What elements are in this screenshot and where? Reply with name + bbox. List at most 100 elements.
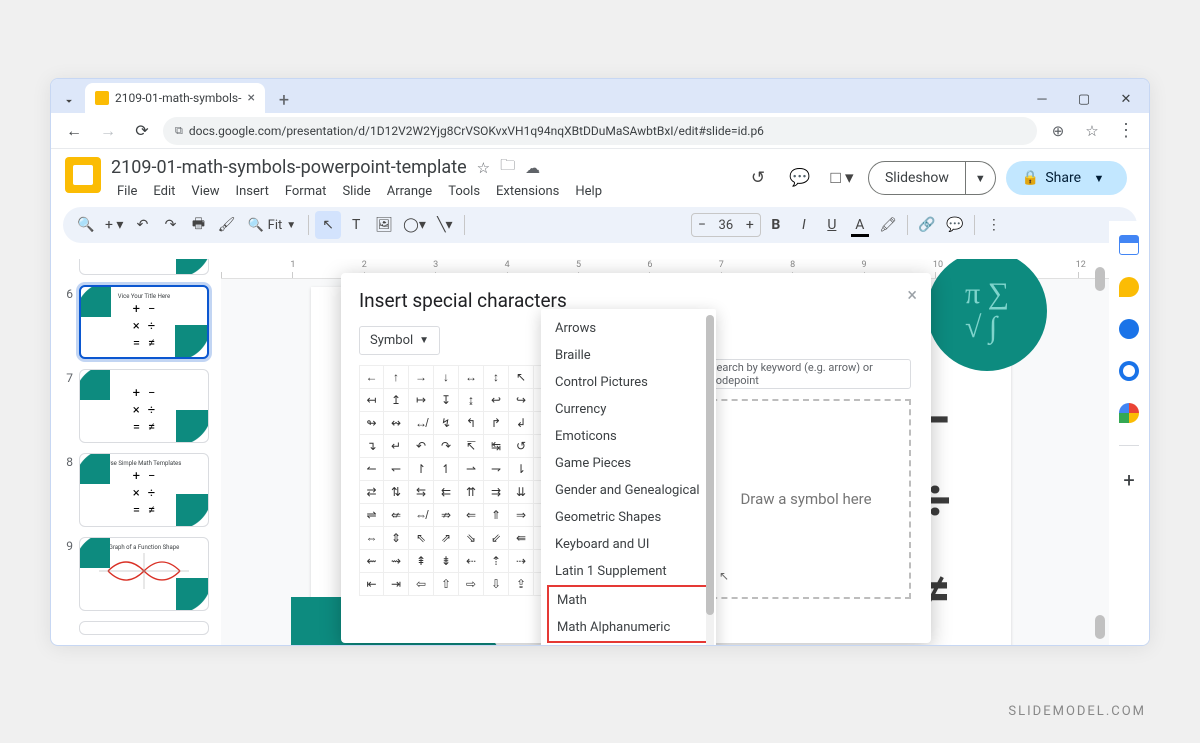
char-cell[interactable]: ⇎ [409, 504, 434, 527]
char-cell[interactable]: ⇩ [484, 573, 509, 596]
char-cell[interactable]: ⇡ [484, 550, 509, 573]
font-size-value[interactable]: 36 [712, 218, 740, 233]
search-menus-button[interactable]: 🔍 [73, 211, 99, 239]
underline-button[interactable]: U [819, 211, 845, 239]
insert-comment-button[interactable]: 💬 [942, 211, 968, 239]
char-cell[interactable]: ↩ [484, 389, 509, 412]
search-input[interactable]: Search by keyword (e.g. arrow) or codepo… [701, 359, 911, 389]
menu-tools[interactable]: Tools [442, 182, 486, 201]
version-history-icon[interactable]: ↺ [742, 162, 774, 194]
char-cell[interactable]: ⇂ [509, 458, 534, 481]
dropdown-scrollbar-thumb[interactable] [706, 315, 714, 615]
calendar-icon[interactable] [1119, 235, 1139, 255]
char-cell[interactable]: ↿ [434, 458, 459, 481]
tasks-icon[interactable] [1119, 319, 1139, 339]
char-cell[interactable]: ⇉ [484, 481, 509, 504]
char-cell[interactable]: ↖ [509, 366, 534, 389]
font-size-increase[interactable]: + [740, 217, 760, 233]
char-cell[interactable]: ⇨ [459, 573, 484, 596]
menu-help[interactable]: Help [569, 182, 608, 201]
char-cell[interactable]: ↶ [409, 435, 434, 458]
italic-button[interactable]: I [791, 211, 817, 239]
dropdown-item-emoticons[interactable]: Emoticons [541, 423, 716, 450]
category-dropdown-button[interactable]: Symbol ▼ [359, 326, 440, 355]
contacts-icon[interactable] [1119, 361, 1139, 381]
char-cell[interactable]: ↪ [509, 389, 534, 412]
slide-thumb-9[interactable]: Graph of a Function Shape [79, 537, 209, 611]
dropdown-item-math[interactable]: Math [549, 587, 708, 614]
filmstrip[interactable]: 6 Vice Your Title Here +− ×÷ =≠ 7 +− ×÷ … [51, 259, 221, 645]
char-cell[interactable]: ↔ [459, 366, 484, 389]
char-cell[interactable]: ↤ [359, 389, 384, 412]
dropdown-item-latin1[interactable]: Latin 1 Supplement [541, 558, 716, 585]
char-cell[interactable]: ↽ [384, 458, 409, 481]
menu-view[interactable]: View [185, 182, 225, 201]
maps-icon[interactable] [1119, 403, 1139, 423]
paint-format-button[interactable]: 🖌 [213, 211, 239, 239]
char-cell[interactable]: ⇕ [384, 527, 409, 550]
back-button[interactable]: ← [61, 118, 87, 144]
slideshow-dropdown[interactable]: ▼ [966, 161, 996, 195]
insert-link-button[interactable]: 🔗 [914, 211, 940, 239]
char-cell[interactable]: ⇜ [359, 550, 384, 573]
char-cell[interactable]: ↯ [434, 412, 459, 435]
char-cell[interactable]: ↦ [409, 389, 434, 412]
char-cell[interactable]: ↲ [509, 412, 534, 435]
slide-thumb-prev[interactable] [79, 259, 209, 275]
reload-button[interactable]: ⟳ [129, 118, 155, 144]
char-cell[interactable]: ↼ [359, 458, 384, 481]
char-cell[interactable]: ↮ [409, 412, 434, 435]
char-cell[interactable]: ↥ [384, 389, 409, 412]
dropdown-item-keyboard-ui[interactable]: Keyboard and UI [541, 531, 716, 558]
dropdown-item-gender[interactable]: Gender and Genealogical [541, 477, 716, 504]
char-cell[interactable]: ⇪ [509, 573, 534, 596]
dropdown-item-currency[interactable]: Currency [541, 396, 716, 423]
char-cell[interactable]: ↵ [384, 435, 409, 458]
char-cell[interactable]: ⇆ [409, 481, 434, 504]
print-button[interactable]: 🖶 [185, 211, 211, 239]
character-grid[interactable]: ←↑→↓↔↕↖↗↤↥↦↧↨↩↪↫↬↭↮↯↰↱↲↳↴↵↶↷↸↹↺↻↼↽↾↿⇀⇁⇂⇃… [359, 365, 564, 596]
zoom-indicator-icon[interactable]: ⊕ [1045, 118, 1071, 144]
char-cell[interactable]: ⇒ [509, 504, 534, 527]
char-cell[interactable]: ⇁ [484, 458, 509, 481]
bookmark-icon[interactable]: ☆ [1079, 118, 1105, 144]
dialog-close-button[interactable]: × [907, 285, 917, 306]
char-cell[interactable]: ⇐ [459, 504, 484, 527]
vertical-scrollbar[interactable] [1095, 267, 1105, 291]
line-tool[interactable]: ╲▾ [432, 211, 458, 239]
char-cell[interactable]: ↹ [484, 435, 509, 458]
char-cell[interactable]: ⇌ [359, 504, 384, 527]
char-cell[interactable]: ⇧ [434, 573, 459, 596]
dropdown-item-control-pictures[interactable]: Control Pictures [541, 369, 716, 396]
char-cell[interactable]: ⇟ [434, 550, 459, 573]
char-cell[interactable]: → [409, 366, 434, 389]
vertical-scrollbar-bottom[interactable] [1095, 615, 1105, 639]
tab-search-button[interactable] [57, 89, 81, 113]
font-size-control[interactable]: − 36 + [691, 213, 761, 237]
char-cell[interactable]: ⇖ [409, 527, 434, 550]
cloud-status-icon[interactable]: ☁ [525, 159, 540, 177]
char-cell[interactable]: ⇥ [384, 573, 409, 596]
char-cell[interactable]: ↭ [384, 412, 409, 435]
more-tools-button[interactable]: ⋮ [981, 211, 1007, 239]
char-cell[interactable]: ↓ [434, 366, 459, 389]
char-cell[interactable]: ⇅ [384, 481, 409, 504]
char-cell[interactable]: ⇇ [434, 481, 459, 504]
menu-extensions[interactable]: Extensions [490, 182, 565, 201]
bold-button[interactable]: B [763, 211, 789, 239]
text-color-button[interactable]: A [847, 211, 873, 239]
new-slide-button[interactable]: + ▾ [101, 211, 127, 239]
dropdown-item-geometric-shapes[interactable]: Geometric Shapes [541, 504, 716, 531]
char-cell[interactable]: ⇙ [484, 527, 509, 550]
char-cell[interactable]: ⇚ [509, 527, 534, 550]
char-cell[interactable]: ← [359, 366, 384, 389]
site-info-icon[interactable]: ⧉ [175, 124, 183, 138]
close-window-button[interactable]: ✕ [1109, 85, 1143, 113]
char-cell[interactable]: ⇀ [459, 458, 484, 481]
char-cell[interactable]: ⇏ [434, 504, 459, 527]
slideshow-button[interactable]: Slideshow [868, 161, 966, 195]
draw-symbol-box[interactable]: Draw a symbol here [701, 399, 911, 599]
char-cell[interactable]: ⇝ [384, 550, 409, 573]
get-addons-button[interactable]: + [1123, 468, 1134, 492]
menu-insert[interactable]: Insert [230, 182, 275, 201]
